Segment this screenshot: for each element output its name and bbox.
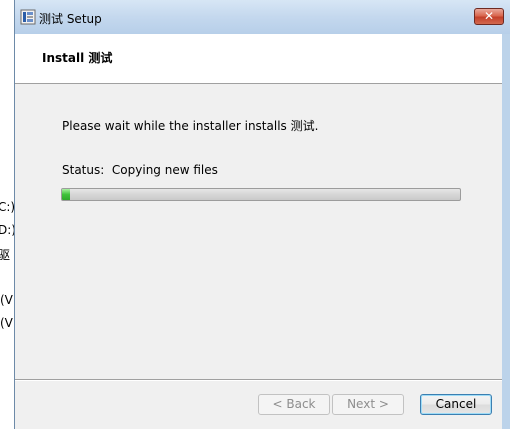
background-text: 驱 [0,248,11,262]
install-description: Please wait while the installer installs… [62,119,319,133]
progress-fill [62,189,70,200]
background-text: (V [0,316,13,330]
next-button[interactable]: Next > [332,394,404,415]
background-text: ) [0,270,1,284]
install-progress-bar [61,188,461,201]
status-line: Status: Copying new files [62,163,218,177]
window-title: 测试 Setup [39,12,102,26]
footer-divider [15,379,502,381]
close-button[interactable]: ✕ [474,8,504,25]
cancel-button[interactable]: Cancel [420,394,492,415]
back-button[interactable]: < Back [258,394,330,415]
status-label: Status: [62,163,105,177]
dialog-client: Install 测试 Please wait while the install… [15,34,502,429]
background-text: C:) [0,200,16,214]
page-title: Install 测试 [42,51,113,65]
header-panel: Install 测试 [15,34,502,84]
close-icon: ✕ [483,9,495,23]
title-bar[interactable]: 测试 Setup ✕ [15,0,510,34]
status-value: Copying new files [111,163,218,177]
setup-window: 测试 Setup ✕ Install 测试 Please wait while … [14,0,510,429]
background-text: (V [0,293,13,307]
installer-icon [20,9,36,25]
